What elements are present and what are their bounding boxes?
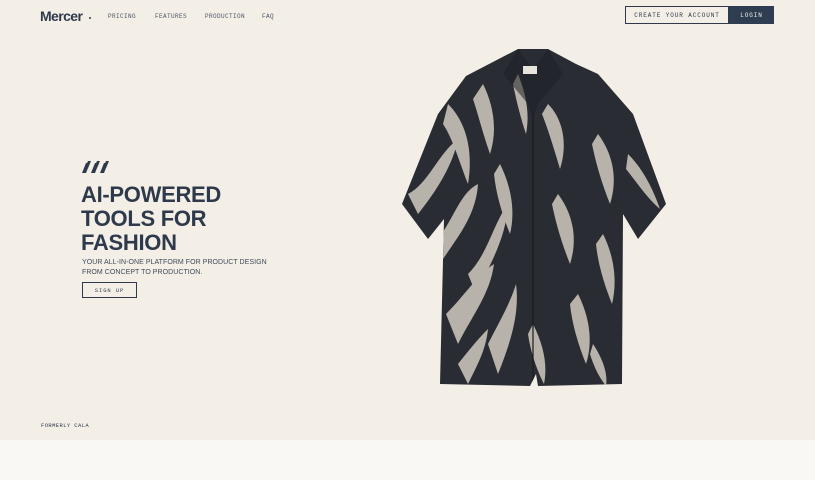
hero-headline: AI-POWERED TOOLS FOR FASHION: [81, 183, 221, 255]
create-account-button[interactable]: CREATE YOUR ACCOUNT: [625, 6, 729, 24]
nav-production[interactable]: PRODUCTION: [205, 13, 245, 20]
logo-dot-icon: [89, 17, 91, 19]
formerly-cala-note: FORMERLY CALA: [41, 422, 90, 429]
login-button[interactable]: LOGIN: [729, 6, 774, 24]
headline-line: FASHION: [81, 230, 177, 255]
hero-subtext: YOUR ALL-IN-ONE PLATFORM FOR PRODUCT DES…: [82, 258, 282, 278]
subtext-line: FROM CONCEPT TO PRODUCTION.: [82, 269, 203, 276]
nav-faq[interactable]: FAQ: [262, 13, 274, 20]
headline-line: AI-POWERED: [81, 182, 222, 207]
below-fold-section: [0, 440, 815, 480]
mercer-logo[interactable]: Mercer: [40, 8, 83, 24]
garment-label: [523, 66, 537, 74]
brand-slash-marks-icon: [82, 161, 109, 173]
sign-up-button[interactable]: SIGN UP: [82, 282, 137, 298]
subtext-line: YOUR ALL-IN-ONE PLATFORM FOR PRODUCT DES…: [82, 259, 267, 266]
zebra-print-shirt-dress-image: [402, 49, 666, 386]
nav-pricing[interactable]: PRICING: [108, 13, 136, 20]
nav-features[interactable]: FEATURES: [155, 13, 187, 20]
headline-line: TOOLS FOR: [81, 206, 207, 231]
